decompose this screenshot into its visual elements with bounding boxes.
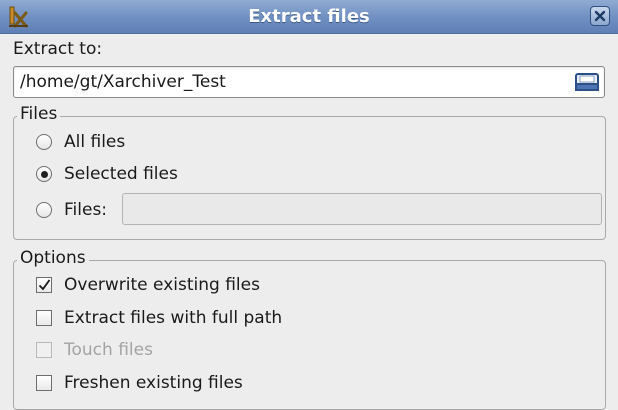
option-overwrite[interactable]: Overwrite existing files — [36, 274, 260, 296]
option-touch-files: Touch files — [36, 339, 153, 361]
radio-button[interactable] — [36, 134, 52, 150]
radio-label: Files: — [64, 200, 108, 220]
title-bar[interactable]: Extract files — [0, 0, 618, 34]
checkbox-label: Extract files with full path — [64, 308, 283, 328]
radio-button[interactable] — [36, 166, 52, 182]
close-button[interactable] — [590, 6, 610, 26]
checkbox-label: Freshen existing files — [64, 373, 243, 393]
checkbox[interactable] — [36, 310, 52, 326]
radio-selected-files[interactable]: Selected files — [36, 163, 178, 185]
files-group-legend: Files — [17, 104, 61, 124]
radio-label: Selected files — [64, 164, 178, 184]
radio-all-files[interactable]: All files — [36, 131, 125, 153]
checkbox[interactable] — [36, 277, 52, 293]
close-icon — [594, 10, 606, 22]
extract-path-input[interactable]: /home/gt/Xarchiver_Test — [13, 66, 605, 98]
checkbox-label: Touch files — [64, 340, 153, 360]
radio-button[interactable] — [36, 202, 52, 218]
checkmark-icon — [38, 279, 51, 291]
extract-to-label: Extract to: — [13, 39, 103, 59]
window-title: Extract files — [248, 6, 370, 27]
files-pattern-input[interactable] — [122, 193, 602, 225]
folder-browse-icon[interactable] — [574, 70, 600, 94]
options-group-legend: Options — [17, 248, 89, 268]
radio-label: All files — [64, 132, 126, 152]
checkbox — [36, 342, 52, 358]
extract-path-value: /home/gt/Xarchiver_Test — [20, 72, 226, 92]
extract-files-dialog: Extract files Extract to: /home/gt/Xarch… — [0, 0, 618, 410]
radio-files-pattern[interactable]: Files: — [36, 199, 107, 221]
checkbox[interactable] — [36, 375, 52, 391]
option-freshen[interactable]: Freshen existing files — [36, 372, 243, 394]
option-full-path[interactable]: Extract files with full path — [36, 307, 282, 329]
checkbox-label: Overwrite existing files — [64, 275, 260, 295]
